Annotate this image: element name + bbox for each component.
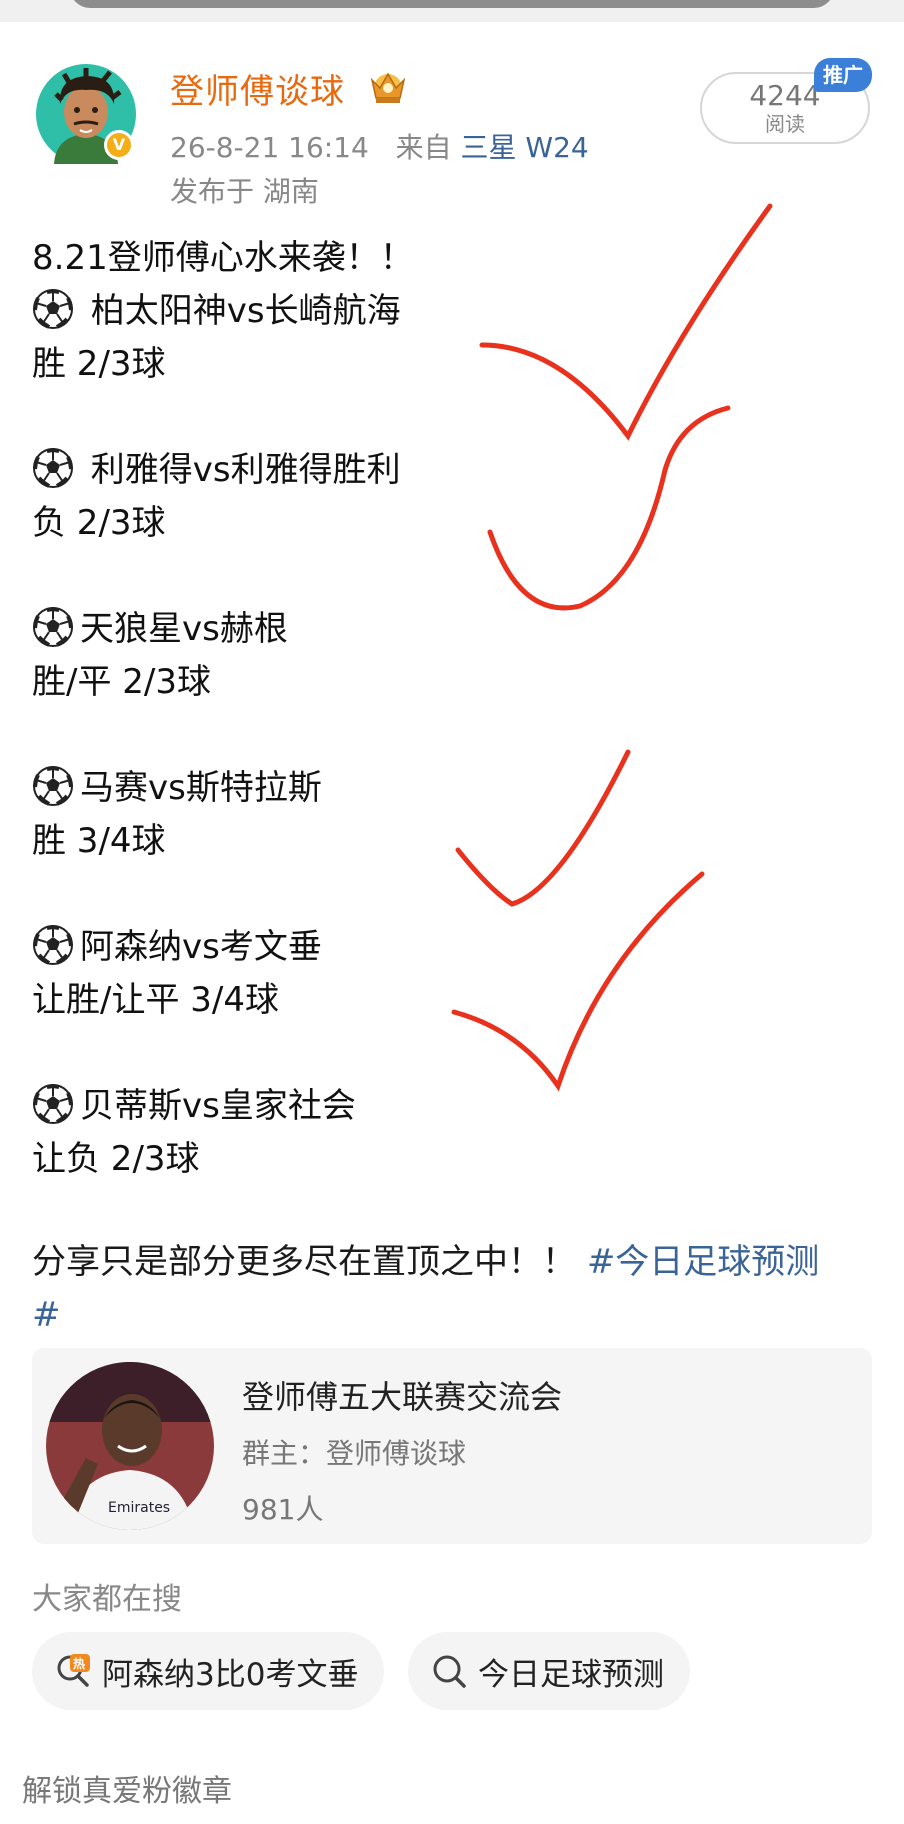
post-closing: 分享只是部分更多尽在置顶之中！！ #今日足球预测 # (32, 1236, 882, 1342)
search-section-title: 大家都在搜 (32, 1582, 182, 1617)
verified-badge-icon: V (104, 130, 134, 160)
match-teams: 利雅得vs利雅得胜利 (32, 444, 882, 497)
match-teams-label: 柏太阳神vs长崎航海 (80, 291, 401, 331)
post-body: 8.21登师傅心水来袭！！ 柏太阳神vs长崎航海 胜 2/3球 利雅得vs利雅得… (32, 232, 882, 1186)
hashtag-link-end[interactable]: # (32, 1289, 882, 1342)
soccer-ball-icon (33, 1083, 73, 1124)
group-avatar: Emirates (46, 1362, 214, 1530)
match-tip: 胜 2/3球 (32, 344, 166, 384)
search-chip[interactable]: 今日足球预测 (408, 1632, 690, 1710)
match-tip: 负 2/3球 (32, 503, 166, 543)
post-timestamp: 26-8-21 16:14 (170, 131, 369, 164)
post-meta: 26-8-21 16:14 来自 三星 W24 (170, 126, 589, 166)
author-name[interactable]: 登师傅谈球 (170, 64, 345, 113)
soccer-ball-icon (33, 924, 73, 965)
closing-text: 分享只是部分更多尽在置顶之中！！ (32, 1242, 576, 1282)
svg-text:热: 热 (73, 1656, 85, 1671)
promo-badge[interactable]: 推广 (814, 58, 872, 92)
top-handle-bar (0, 0, 904, 22)
match-teams-label: 贝蒂斯vs皇家社会 (80, 1086, 356, 1126)
player-photo-icon: Emirates (46, 1362, 214, 1530)
match-teams: 贝蒂斯vs皇家社会 (32, 1080, 882, 1133)
match-teams: 阿森纳vs考文垂 (32, 921, 882, 974)
crown-icon (370, 72, 406, 103)
drag-handle[interactable] (70, 0, 834, 8)
match-teams: 天狼星vs赫根 (32, 603, 882, 656)
match-teams: 马赛vs斯特拉斯 (32, 762, 882, 815)
match-teams-label: 马赛vs斯特拉斯 (80, 768, 322, 808)
source-prefix: 来自 (395, 131, 452, 164)
search-chip-label: 今日足球预测 (478, 1656, 664, 1693)
soccer-ball-icon (33, 447, 73, 488)
svg-text:Emirates: Emirates (108, 1500, 170, 1516)
group-member-count: 981人 (242, 1493, 324, 1526)
device-link[interactable]: 三星 W24 (461, 131, 589, 164)
hot-search-icon: 热 (57, 1654, 90, 1687)
soccer-ball-icon (33, 606, 73, 647)
match-teams-label: 利雅得vs利雅得胜利 (80, 450, 401, 490)
match-tip: 让负 2/3球 (32, 1139, 200, 1179)
hashtag-link[interactable]: #今日足球预测 (587, 1242, 820, 1282)
search-chip-label: 阿森纳3比0考文垂 (102, 1656, 359, 1693)
match-tip: 让胜/让平 3/4球 (32, 980, 279, 1020)
post-intro: 8.21登师傅心水来袭！！ (32, 238, 414, 278)
group-card[interactable]: Emirates 登师傅五大联赛交流会 群主：登师傅谈球 981人 (32, 1348, 872, 1544)
unlock-fan-badge-link[interactable]: 解锁真爱粉徽章 (22, 1766, 232, 1810)
match-tip: 胜/平 2/3球 (32, 662, 211, 702)
search-chip-hot[interactable]: 热 阿森纳3比0考文垂 (32, 1632, 384, 1710)
soccer-ball-icon (33, 288, 73, 329)
closing-line: 分享只是部分更多尽在置顶之中！！ #今日足球预测 (32, 1236, 882, 1289)
group-owner: 群主：登师傅谈球 (242, 1437, 467, 1470)
match-teams: 柏太阳神vs长崎航海 (32, 285, 882, 338)
match-tip: 胜 3/4球 (32, 821, 166, 861)
post-location: 发布于 湖南 (170, 175, 319, 208)
match-teams-label: 阿森纳vs考文垂 (80, 927, 322, 967)
search-icon (433, 1655, 466, 1688)
soccer-ball-icon (33, 765, 73, 806)
read-label: 阅读 (765, 112, 805, 136)
group-name: 登师傅五大联赛交流会 (242, 1378, 563, 1416)
match-teams-label: 天狼星vs赫根 (80, 609, 288, 649)
